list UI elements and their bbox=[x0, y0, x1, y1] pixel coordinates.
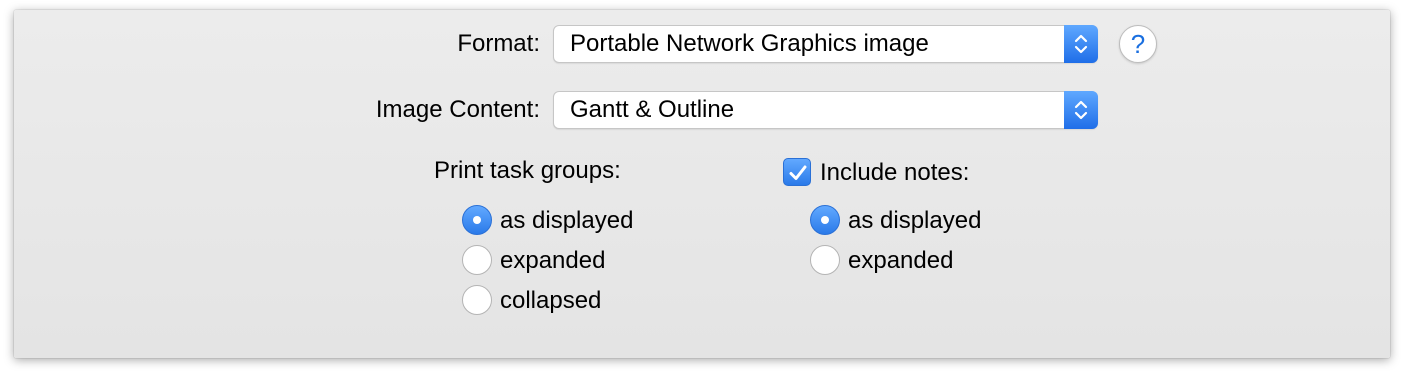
format-value: Portable Network Graphics image bbox=[570, 30, 929, 57]
checkmark-icon bbox=[789, 165, 807, 180]
task-groups-option-label[interactable]: expanded bbox=[500, 247, 605, 275]
image-content-stepper[interactable] bbox=[1064, 91, 1098, 129]
format-popup[interactable]: Portable Network Graphics image bbox=[553, 25, 1098, 63]
format-stepper[interactable] bbox=[1064, 25, 1098, 63]
chevron-up-down-icon bbox=[1074, 34, 1088, 54]
include-notes-checkbox[interactable] bbox=[783, 158, 811, 186]
format-label: Format: bbox=[457, 30, 540, 57]
help-button[interactable]: ? bbox=[1119, 25, 1157, 63]
task-groups-option-label[interactable]: as displayed bbox=[500, 207, 633, 235]
notes-option-label[interactable]: expanded bbox=[848, 247, 953, 275]
chevron-up-down-icon bbox=[1074, 100, 1088, 120]
include-notes-label[interactable]: Include notes: bbox=[820, 159, 969, 187]
notes-option-label[interactable]: as displayed bbox=[848, 207, 981, 235]
help-icon: ? bbox=[1130, 29, 1146, 59]
task-groups-radio-expanded[interactable] bbox=[462, 245, 492, 275]
task-groups-radio-collapsed[interactable] bbox=[462, 285, 492, 315]
task-groups-radio-as-displayed[interactable] bbox=[462, 205, 492, 235]
image-content-popup[interactable]: Gantt & Outline bbox=[553, 91, 1098, 129]
notes-radio-as-displayed[interactable] bbox=[810, 205, 840, 235]
notes-radio-expanded[interactable] bbox=[810, 245, 840, 275]
print-task-groups-label: Print task groups: bbox=[434, 157, 621, 184]
task-groups-option-label[interactable]: collapsed bbox=[500, 287, 601, 315]
image-content-label: Image Content: bbox=[375, 96, 540, 123]
image-content-value: Gantt & Outline bbox=[570, 96, 735, 123]
